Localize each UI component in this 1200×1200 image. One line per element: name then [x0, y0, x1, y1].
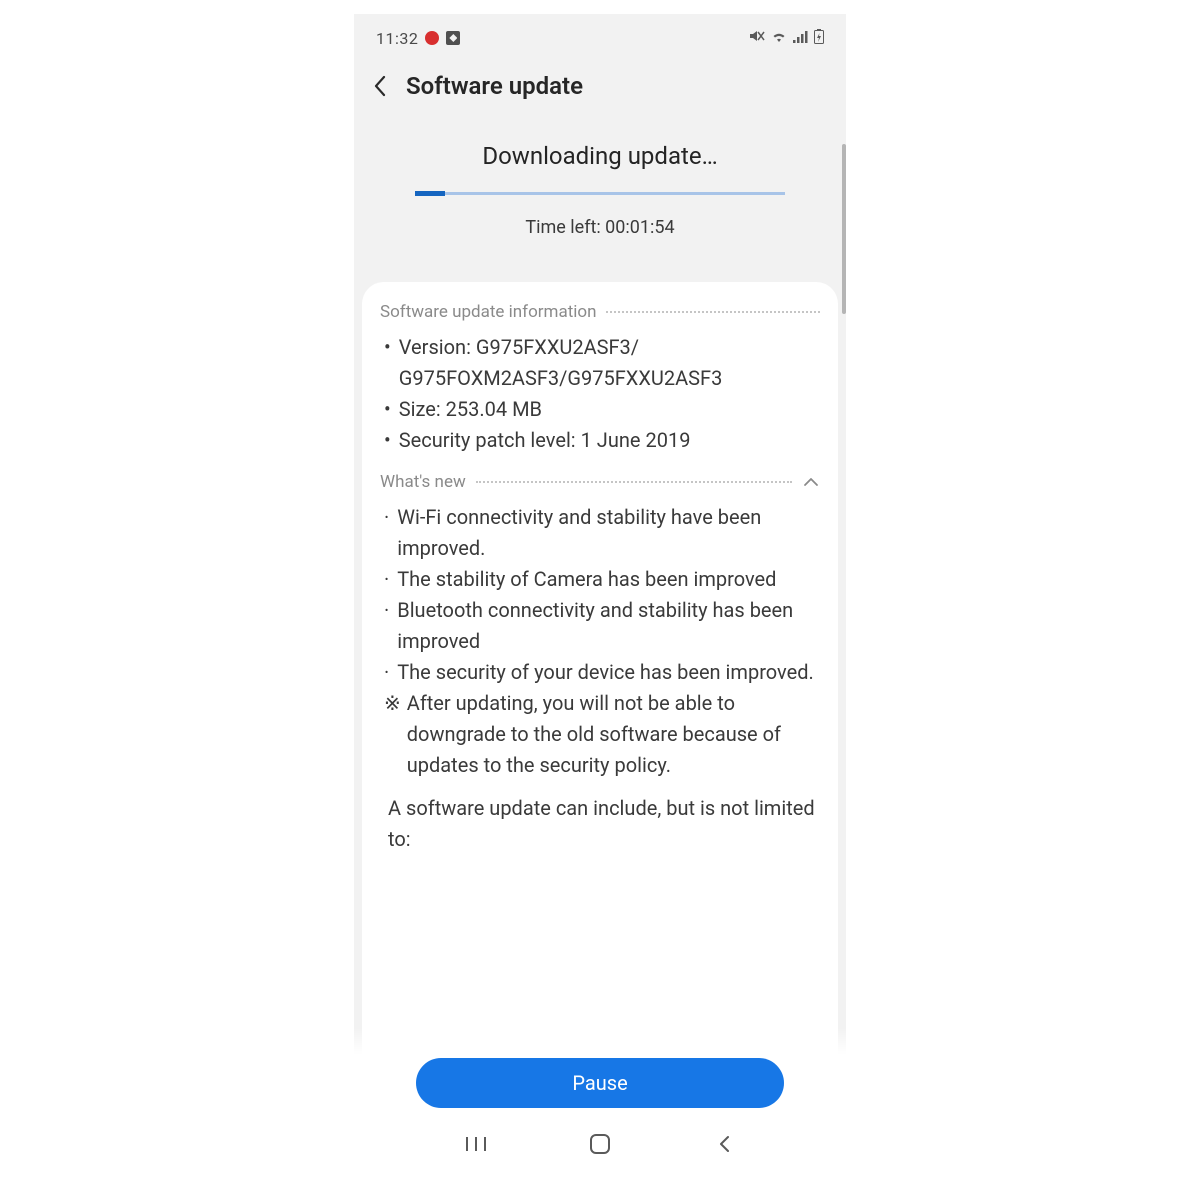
back-button[interactable] [368, 74, 392, 98]
download-section: Downloading update… Time left: 00:01:54 [354, 116, 846, 270]
chevron-up-icon[interactable] [802, 477, 820, 487]
info-version-text-2: G975FOXM2ASF3/G975FXXU2ASF3 [399, 366, 723, 390]
asterisk-icon: ※ [384, 688, 401, 781]
navigation-bar [354, 1128, 846, 1160]
dot-icon: · [384, 564, 389, 595]
phone-screen: 11:32 Software update Downloading update [354, 14, 846, 1174]
status-right [749, 29, 824, 48]
home-button[interactable] [570, 1128, 630, 1160]
whats-new-item: · The security of your device has been i… [384, 657, 820, 688]
signal-icon [793, 29, 808, 47]
dot-icon: · [384, 595, 389, 657]
info-version-text: Version: G975FXXU2ASF3/ [399, 335, 639, 359]
info-size: • Size: 253.04 MB [384, 394, 820, 425]
whats-new-text: The stability of Camera has been improve… [397, 564, 776, 595]
download-status-text: Downloading update… [394, 142, 806, 170]
divider-dotted [476, 481, 792, 483]
bullet-icon: • [384, 425, 391, 456]
info-section-label: Software update information [380, 302, 596, 322]
dot-icon: · [384, 657, 389, 688]
info-security-text: Security patch level: 1 June 2019 [399, 425, 691, 456]
info-size-text: Size: 253.04 MB [399, 394, 542, 425]
mute-icon [749, 29, 765, 47]
progress-bar [415, 192, 785, 195]
whats-new-item: · Bluetooth connectivity and stability h… [384, 595, 820, 657]
bottom-area: Pause [354, 1028, 846, 1174]
whats-new-note: ※ After updating, you will not be able t… [384, 688, 820, 781]
bullet-icon: • [384, 394, 391, 425]
info-section-header: Software update information [380, 302, 820, 322]
info-security: • Security patch level: 1 June 2019 [384, 425, 820, 456]
info-version: • Version: G975FXXU2ASF3/ G975FOXM2ASF3/… [384, 332, 820, 394]
divider-dotted [606, 311, 820, 313]
whats-new-text: The security of your device has been imp… [397, 657, 814, 688]
app-indicator-icon [446, 31, 460, 45]
bullet-icon: • [384, 332, 391, 394]
wifi-icon [771, 29, 787, 47]
recents-button[interactable] [446, 1128, 506, 1160]
whats-new-footer: A software update can include, but is no… [384, 793, 820, 855]
time-left-label: Time left: 00:01:54 [394, 217, 806, 238]
status-left: 11:32 [376, 29, 460, 48]
whats-new-item: · The stability of Camera has been impro… [384, 564, 820, 595]
whats-new-item: · Wi-Fi connectivity and stability have … [384, 502, 820, 564]
scrollbar[interactable] [842, 144, 846, 314]
pause-button[interactable]: Pause [416, 1058, 784, 1108]
nav-back-button[interactable] [694, 1128, 754, 1160]
record-indicator-icon [425, 31, 439, 45]
page-title: Software update [406, 72, 583, 100]
dot-icon: · [384, 502, 389, 564]
page-header: Software update [354, 54, 846, 116]
whats-new-text: Wi-Fi connectivity and stability have be… [397, 502, 820, 564]
battery-icon [814, 29, 824, 48]
status-bar: 11:32 [354, 22, 846, 54]
clock: 11:32 [376, 29, 418, 48]
progress-fill [415, 191, 445, 196]
whats-new-list: · Wi-Fi connectivity and stability have … [380, 502, 820, 855]
whats-new-header[interactable]: What's new [380, 472, 820, 492]
whats-new-note-text: After updating, you will not be able to … [407, 688, 820, 781]
info-list: • Version: G975FXXU2ASF3/ G975FOXM2ASF3/… [380, 332, 820, 456]
whats-new-text: Bluetooth connectivity and stability has… [397, 595, 820, 657]
whats-new-label: What's new [380, 472, 466, 492]
